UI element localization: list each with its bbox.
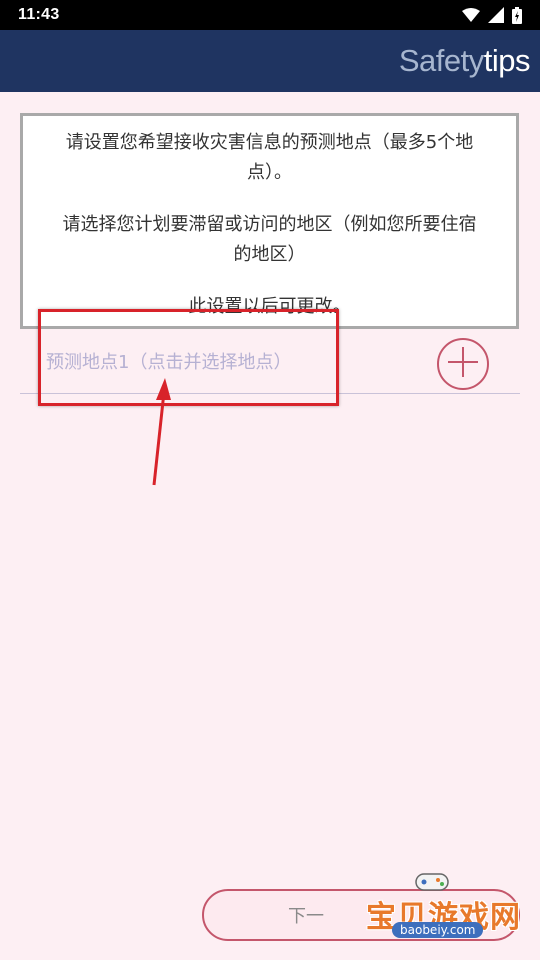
app-title: Safetytips bbox=[398, 43, 531, 79]
status-icons bbox=[462, 6, 522, 24]
status-bar: 11:43 bbox=[0, 0, 540, 30]
info-line-1: 请设置您希望接收灾害信息的预测地点（最多5个地 bbox=[65, 132, 474, 153]
plus-icon bbox=[446, 345, 480, 383]
annotation-arrow bbox=[140, 370, 180, 494]
app-title-part2: tips bbox=[483, 43, 531, 78]
app-header: Safetytips bbox=[0, 30, 540, 92]
info-box: 请设置您希望接收灾害信息的预测地点（最多5个地 点）。 请选择您计划要滞留或访问… bbox=[20, 113, 519, 329]
wifi-icon bbox=[462, 8, 480, 22]
info-line-3: 请选择您计划要滞留或访问的地区（例如您所要住宿 bbox=[62, 214, 477, 235]
watermark-url: baobeiy.com bbox=[392, 922, 484, 938]
next-button-label: 下一 bbox=[288, 906, 324, 927]
signal-icon bbox=[488, 7, 504, 23]
app-title-part1: Safety bbox=[398, 43, 484, 78]
info-line-4: 的地区） bbox=[233, 244, 306, 265]
watermark: 宝贝游戏网 baobeiy.com bbox=[362, 870, 532, 950]
status-time: 11:43 bbox=[18, 6, 60, 23]
battery-icon bbox=[512, 6, 522, 24]
annotation-highlight-box bbox=[38, 309, 339, 406]
add-location-button[interactable] bbox=[437, 338, 489, 390]
info-line-2: 点）。 bbox=[247, 162, 292, 183]
